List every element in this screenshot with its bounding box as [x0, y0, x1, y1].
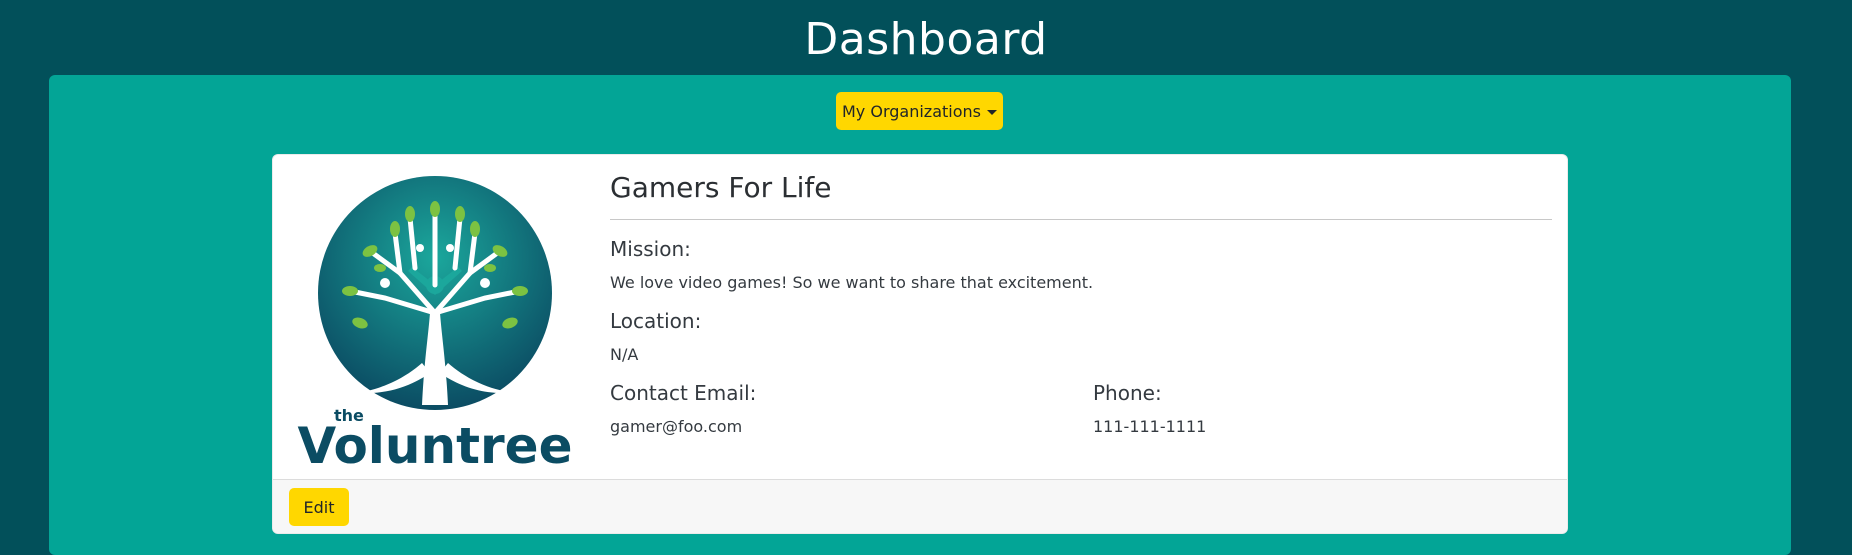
organization-card: the Voluntree Gamers For Life Mission: W… [272, 154, 1568, 534]
caret-down-icon [986, 109, 997, 115]
contact-email-label: Contact Email: [610, 381, 757, 405]
mission-label: Mission: [610, 237, 691, 261]
organization-name: Gamers For Life [610, 171, 832, 204]
location-label: Location: [610, 309, 702, 333]
my-organizations-dropdown-label: My Organizations [842, 101, 981, 121]
title-divider [610, 219, 1552, 220]
card-footer: Edit [273, 479, 1567, 533]
main-panel: My Organizations the Voluntree Gamers Fo… [49, 75, 1791, 555]
edit-button[interactable]: Edit [289, 488, 349, 526]
logo-wordmark-text: Voluntree [297, 417, 572, 473]
phone-value: 111-111-1111 [1093, 417, 1207, 436]
location-value: N/A [610, 345, 639, 364]
phone-label: Phone: [1093, 381, 1162, 405]
page-title: Dashboard [804, 14, 1048, 65]
my-organizations-dropdown[interactable]: My Organizations [836, 92, 1003, 130]
contact-email-value: gamer@foo.com [610, 417, 743, 436]
voluntree-logo: the Voluntree [297, 176, 573, 473]
mission-value: We love video games! So we want to share… [610, 273, 1094, 292]
